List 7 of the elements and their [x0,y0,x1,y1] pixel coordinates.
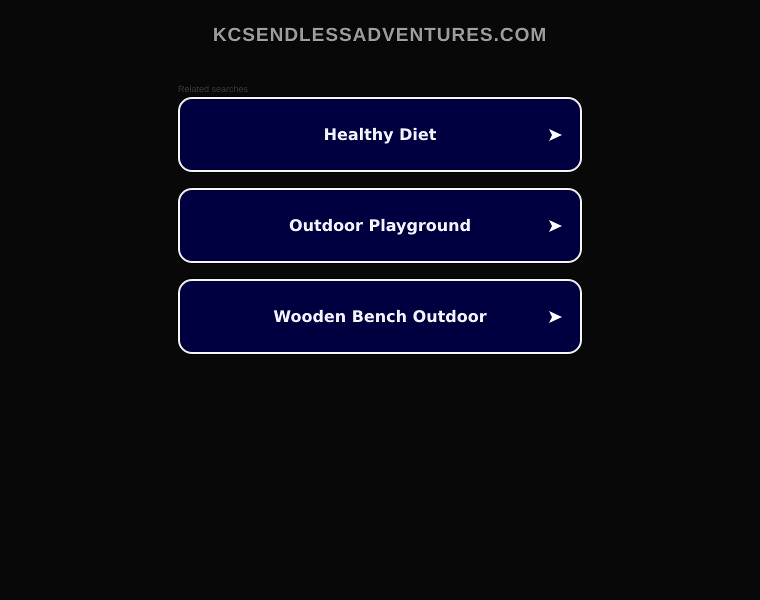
arrow-icon [549,310,562,322]
search-link[interactable]: Outdoor Playground [178,188,582,263]
arrow-icon [549,220,562,232]
search-link[interactable]: Wooden Bench Outdoor [178,279,582,354]
site-title: KCSENDLESSADVENTURES.COM [212,24,548,47]
arrow-icon [549,128,562,140]
search-link[interactable]: Healthy Diet [178,97,582,172]
